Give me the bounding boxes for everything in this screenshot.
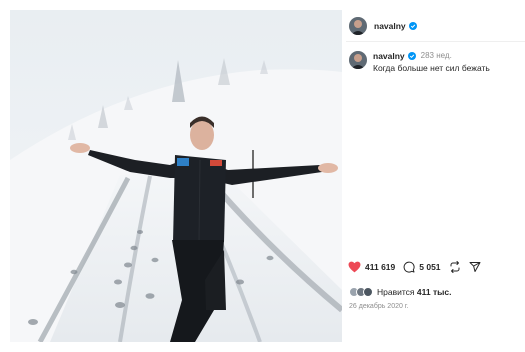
post-date[interactable]: 26 декабрь 2020 г. <box>349 303 408 310</box>
heart-icon <box>348 261 361 273</box>
repost-button[interactable] <box>449 261 461 273</box>
avatar[interactable] <box>349 16 367 35</box>
post-caption: navalny 283 нед. Когда больше нет сил бе… <box>349 50 525 74</box>
caption-text: Когда больше нет сил бежать <box>373 63 490 73</box>
post-image <box>10 10 342 342</box>
share-button[interactable] <box>469 261 481 273</box>
avatar <box>363 287 373 297</box>
post-time-ago[interactable]: 283 нед. <box>421 50 452 62</box>
comment-icon <box>403 261 415 273</box>
comment-count: 5 051 <box>419 262 441 272</box>
caption-avatar[interactable] <box>349 51 367 69</box>
verified-badge-icon <box>407 52 416 60</box>
post-side-panel: navalny navalny 283 нед. Когда больше не… <box>346 10 525 342</box>
post-header: navalny <box>346 10 525 42</box>
post-photo[interactable] <box>10 10 342 342</box>
liker-avatars <box>349 287 373 297</box>
like-count: 411 619 <box>365 262 396 272</box>
header-username[interactable]: navalny <box>374 21 406 31</box>
likes-count: 411 тыс. <box>416 287 452 297</box>
likes-text: Нравится 411 тыс. <box>377 287 451 297</box>
repost-icon <box>450 261 460 273</box>
likes-summary[interactable]: Нравится 411 тыс. <box>349 287 451 297</box>
caption-username[interactable]: navalny <box>373 50 405 62</box>
like-button[interactable]: 411 619 <box>348 261 395 273</box>
share-icon <box>469 262 481 272</box>
likes-prefix: Нравится <box>377 287 415 297</box>
action-bar: 411 619 5 051 <box>348 260 489 274</box>
comment-button[interactable]: 5 051 <box>403 261 441 273</box>
verified-badge-icon <box>408 21 417 30</box>
